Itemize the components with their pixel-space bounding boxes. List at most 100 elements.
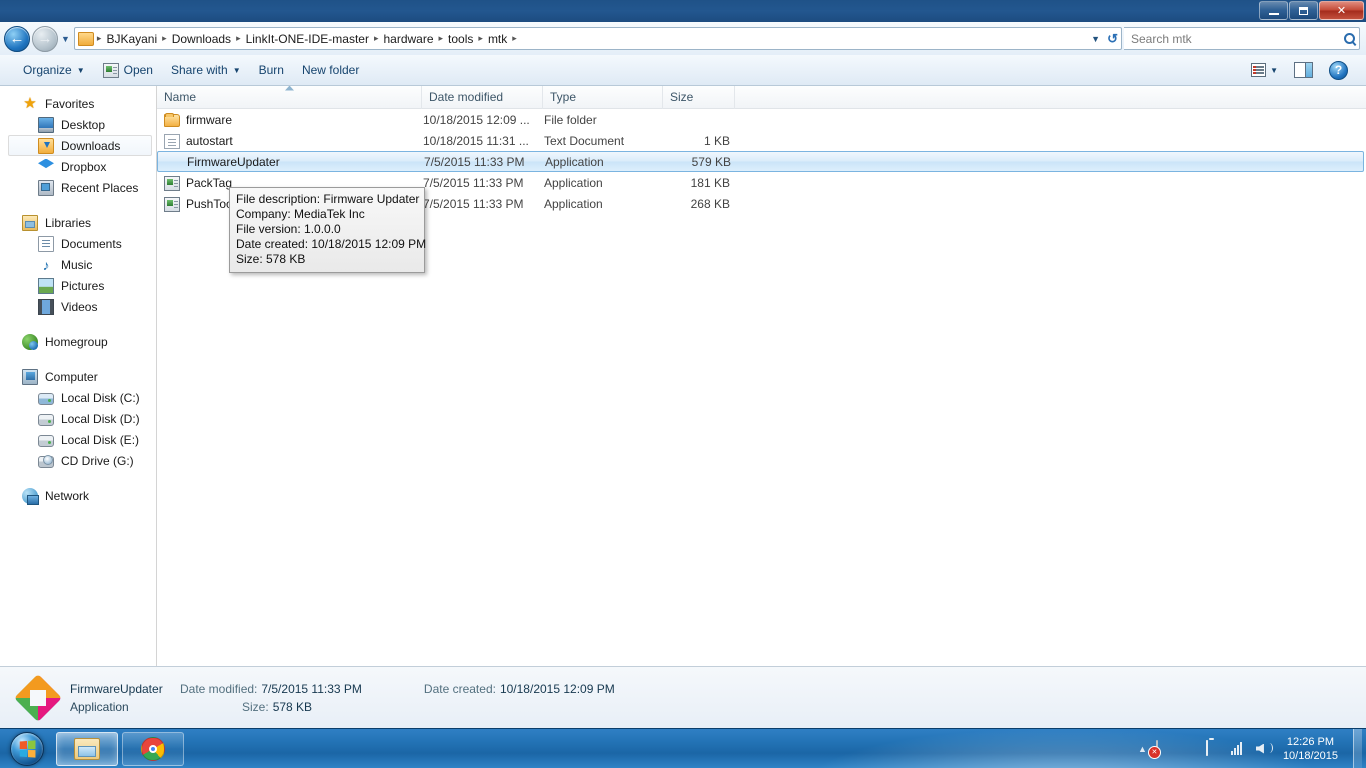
breadcrumb-item-2[interactable]: LinkIt-ONE-IDE-master	[242, 30, 373, 48]
size-cell: 1 KB	[703, 133, 730, 148]
dropbox-icon	[38, 158, 54, 169]
sidebar-item-music[interactable]: ♪ Music	[0, 254, 156, 275]
column-header-size[interactable]: Size	[663, 85, 735, 109]
details-date-created-group: Date created: 10/18/2015 12:09 PM	[424, 682, 615, 696]
help-icon: ?	[1329, 60, 1348, 80]
sidebar-item-videos[interactable]: Videos	[0, 296, 156, 317]
breadcrumb-separator[interactable]: ▸	[511, 33, 518, 44]
help-button[interactable]: ?	[1323, 58, 1354, 83]
minimize-button[interactable]	[1259, 1, 1288, 20]
sidebar-label: Local Disk (D:)	[61, 411, 140, 426]
details-size-label: Size:	[242, 699, 269, 714]
sidebar-item-cd-drive-g[interactable]: CD Drive (G:)	[0, 450, 156, 471]
clock[interactable]: 12:26 PM 10/18/2015	[1281, 735, 1344, 763]
table-row[interactable]: firmware 10/18/2015 12:09 ... File folde…	[157, 109, 1366, 130]
explorer-window: ✕ ← → ▼ ▸ BJKayani ▸ Downloads ▸ LinkIt-…	[0, 0, 1366, 728]
sidebar-item-local-disk-e[interactable]: Local Disk (E:)	[0, 429, 156, 450]
table-row[interactable]: autostart 10/18/2015 11:31 ... Text Docu…	[157, 130, 1366, 151]
sidebar-item-desktop[interactable]: Desktop	[0, 114, 156, 135]
hard-drive-icon	[38, 413, 54, 426]
battery-icon[interactable]	[1205, 739, 1222, 757]
taskbar-item-windows-explorer[interactable]	[56, 731, 118, 766]
file-name-cell: autostart	[164, 133, 422, 149]
volume-icon[interactable]	[1255, 741, 1273, 757]
homegroup-icon	[22, 333, 38, 350]
file-name-cell: firmware	[164, 112, 422, 127]
burn-button[interactable]: Burn	[250, 59, 293, 81]
column-label: Size	[670, 90, 694, 104]
table-row-selected[interactable]: FirmwareUpdater 7/5/2015 11:33 PM Applic…	[157, 151, 1364, 172]
sidebar-item-libraries[interactable]: Libraries	[0, 212, 156, 233]
close-button[interactable]: ✕	[1319, 1, 1364, 20]
date-modified-cell: 10/18/2015 11:31 ...	[423, 133, 529, 148]
text-document-icon	[164, 133, 180, 149]
preview-pane-button[interactable]	[1288, 59, 1319, 81]
sidebar-item-homegroup[interactable]: Homegroup	[0, 331, 156, 352]
sidebar-item-downloads[interactable]: Downloads	[8, 135, 152, 156]
date-modified-cell: 7/5/2015 11:33 PM	[423, 196, 524, 211]
network-signal-icon[interactable]	[1230, 741, 1247, 757]
type-cell: Text Document	[544, 133, 625, 148]
forward-button[interactable]: →	[32, 25, 58, 52]
tooltip-line: Size: 578 KB	[236, 252, 306, 266]
sidebar-item-documents[interactable]: Documents	[0, 233, 156, 254]
refresh-icon[interactable]: ↺	[1107, 31, 1118, 47]
sidebar-item-favorites[interactable]: ★ Favorites	[0, 93, 156, 114]
minimize-icon	[1268, 12, 1279, 15]
column-header-type[interactable]: Type	[543, 85, 663, 109]
breadcrumb-item-3[interactable]: hardware	[379, 30, 437, 48]
sidebar-item-local-disk-c[interactable]: Local Disk (C:)	[0, 387, 156, 408]
maximize-button[interactable]	[1289, 1, 1318, 20]
breadcrumb-item-5[interactable]: mtk	[484, 30, 511, 48]
breadcrumb[interactable]: ▸ BJKayani ▸ Downloads ▸ LinkIt-ONE-IDE-…	[73, 27, 1122, 50]
application-icon	[164, 175, 180, 191]
column-header-date-modified[interactable]: Date modified	[422, 85, 543, 109]
recent-pages-dropdown[interactable]: ▼	[61, 34, 70, 44]
details-date-created-label: Date created:	[423, 681, 496, 696]
breadcrumb-item-4[interactable]: tools	[444, 30, 477, 48]
details-pane: FirmwareUpdater Date modified: 7/5/2015 …	[0, 666, 1366, 728]
start-button[interactable]	[2, 730, 52, 768]
sidebar-item-local-disk-d[interactable]: Local Disk (D:)	[0, 408, 156, 429]
address-bar-row: ← → ▼ ▸ BJKayani ▸ Downloads ▸ LinkIt-ON…	[0, 22, 1366, 55]
open-icon	[102, 63, 119, 78]
date-modified-cell: 7/5/2015 11:33 PM	[424, 154, 525, 169]
application-icon	[164, 196, 180, 212]
share-with-button[interactable]: Share with ▼	[162, 59, 250, 81]
chrome-icon	[141, 736, 165, 761]
address-bar-actions: ▼ ↺	[1091, 28, 1118, 49]
action-center-flag-icon[interactable]	[1155, 739, 1172, 757]
sidebar-item-dropbox[interactable]: Dropbox	[0, 156, 156, 177]
firmware-updater-app-icon	[165, 154, 181, 170]
clock-date: 10/18/2015	[1282, 749, 1338, 762]
breadcrumb-item-1[interactable]: Downloads	[168, 30, 235, 48]
open-button[interactable]: Open	[94, 58, 162, 82]
sidebar-label: Desktop	[61, 117, 106, 132]
sidebar-item-computer[interactable]: Computer	[0, 366, 156, 387]
column-label: Date modified	[429, 90, 504, 104]
system-tray: ▲ 12:26 PM 10/18/2015	[1138, 728, 1366, 768]
sidebar-item-recent-places[interactable]: Recent Places	[0, 177, 156, 198]
computer-icon	[22, 368, 38, 385]
taskbar: ▲ 12:26 PM 10/18/2015	[0, 728, 1366, 768]
taskbar-item-google-chrome[interactable]	[122, 731, 184, 766]
sidebar-item-pictures[interactable]: Pictures	[0, 275, 156, 296]
show-desktop-button[interactable]	[1353, 728, 1362, 768]
column-header-name[interactable]: Name	[157, 85, 422, 109]
search-input[interactable]: Search mtk	[1124, 27, 1360, 50]
cd-drive-icon	[38, 454, 54, 468]
sidebar-label: Pictures	[61, 278, 105, 293]
show-hidden-icons-button[interactable]: ▲	[1138, 744, 1147, 754]
hard-drive-icon	[38, 434, 54, 447]
new-folder-button[interactable]: New folder	[293, 59, 368, 81]
organize-button[interactable]: Organize ▼	[14, 59, 94, 81]
breadcrumb-item-0[interactable]: BJKayani	[102, 30, 161, 48]
dropbox-tray-icon[interactable]	[1181, 741, 1197, 757]
sidebar-item-network[interactable]: Network	[0, 485, 156, 506]
hard-drive-icon	[38, 392, 54, 405]
back-button[interactable]: ←	[4, 25, 30, 52]
chevron-down-icon[interactable]: ▼	[1091, 34, 1100, 44]
change-view-button[interactable]: ▼	[1245, 60, 1284, 80]
sidebar-label: Libraries	[45, 215, 92, 230]
documents-icon	[38, 235, 54, 252]
